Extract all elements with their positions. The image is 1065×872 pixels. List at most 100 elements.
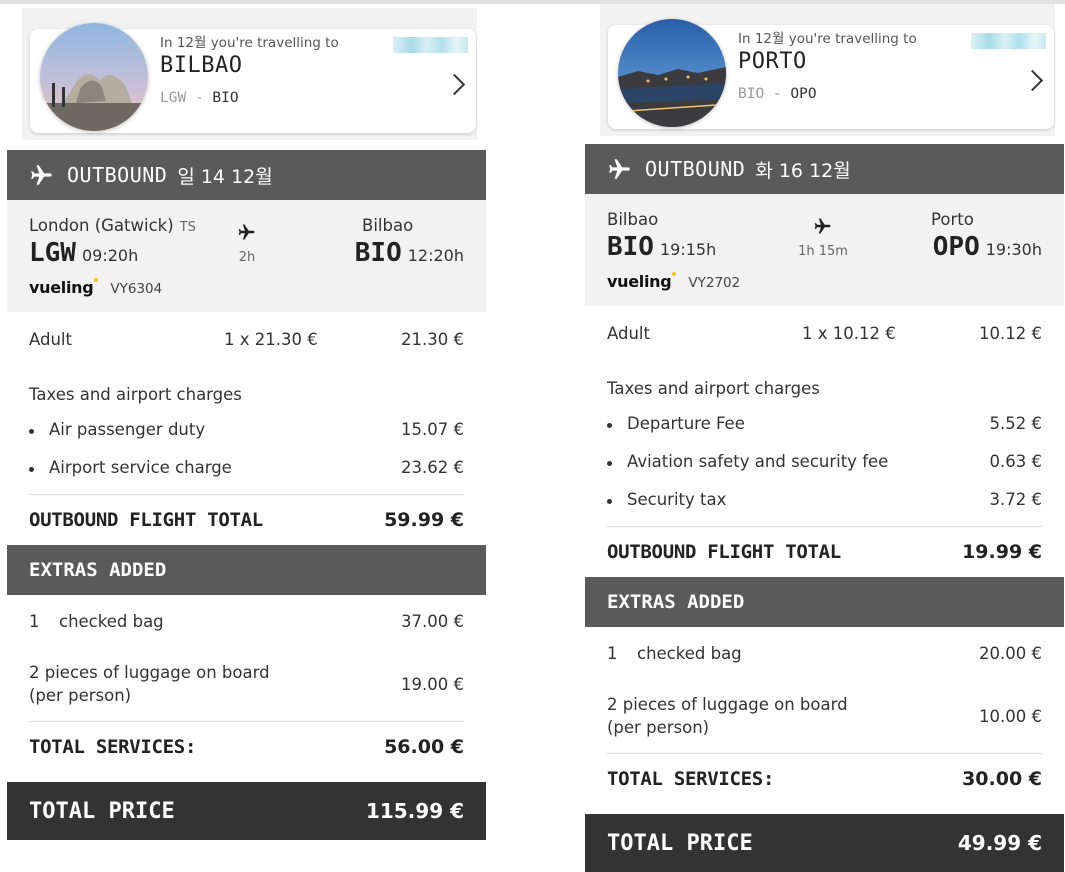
flight-total-row: OUTBOUND FLIGHT TOTAL 59.99 € xyxy=(29,495,464,545)
extra-label: checked bag xyxy=(637,643,742,663)
extra-label: 2 pieces of luggage on board (per person… xyxy=(607,695,848,737)
tax-item: Security tax 3.72 € xyxy=(607,480,1042,518)
destination-code: BIO xyxy=(354,238,402,268)
flight-total-label: OUTBOUND FLIGHT TOTAL xyxy=(29,509,263,531)
destination-airport-name: Porto xyxy=(931,210,974,229)
extra-item: 1 checked bag 37.00 € xyxy=(29,595,464,647)
destination-card[interactable]: In 12월 you're travelling to BILBAO LGW -… xyxy=(30,23,476,133)
extras-list: 1 checked bag 20.00 € 2 pieces of luggag… xyxy=(585,627,1064,804)
tax-item: Airport service charge 23.62 € xyxy=(29,448,464,486)
adult-fare-row: Adult 1 x 10.12 € 10.12 € xyxy=(607,306,1042,360)
destination-city: BILBAO xyxy=(160,53,243,78)
extra-amount: 20.00 € xyxy=(979,643,1042,663)
adult-multiplier: 1 x 21.30 € xyxy=(224,329,318,349)
total-price-bar: TOTAL PRICE 49.99 € xyxy=(585,814,1064,872)
flight-duration: 1h 15m xyxy=(798,244,848,259)
flight-duration: 2h xyxy=(238,250,256,265)
total-price-label: TOTAL PRICE xyxy=(29,798,175,824)
plane-icon xyxy=(31,165,52,185)
outbound-date: 일 14 12월 xyxy=(177,165,273,188)
destination-photo xyxy=(618,19,726,127)
blurred-redaction xyxy=(971,33,1046,49)
tax-label: Security tax xyxy=(607,490,932,509)
tax-amount: 3.72 € xyxy=(989,489,1042,509)
taxes-heading: Taxes and airport charges xyxy=(607,379,820,398)
services-total-row: TOTAL SERVICES: 56.00 € xyxy=(29,722,464,772)
origin-code: LGW xyxy=(29,238,76,268)
airline-info: vueling VY6304 xyxy=(29,278,162,297)
route-to-code: OPO xyxy=(790,86,817,102)
flight-total-amount: 19.99 € xyxy=(962,541,1042,563)
extra-amount: 37.00 € xyxy=(401,611,464,631)
origin-terminal: TS xyxy=(179,220,196,235)
tax-item: Departure Fee 5.52 € xyxy=(607,404,1042,442)
origin-code-time: BIO 19:15h xyxy=(607,232,716,262)
tax-amount: 15.07 € xyxy=(401,419,464,439)
route-to-code: BIO xyxy=(212,90,239,106)
services-total-label: TOTAL SERVICES: xyxy=(607,768,775,790)
services-total-label: TOTAL SERVICES: xyxy=(29,736,197,758)
services-total-row: TOTAL SERVICES: 30.00 € xyxy=(607,754,1042,804)
tax-amount: 23.62 € xyxy=(401,457,464,477)
adult-multiplier: 1 x 10.12 € xyxy=(802,323,896,343)
total-price-bar: TOTAL PRICE 115.99 € xyxy=(7,782,486,840)
airline-info: vueling VY2702 xyxy=(607,272,740,291)
route-from-code: LGW xyxy=(160,90,187,106)
flight-duration-block: 2h xyxy=(207,222,287,265)
departure-time: 19:15h xyxy=(659,240,717,259)
extra-label: 2 pieces of luggage on board (per person… xyxy=(29,663,270,705)
extra-quantity: 1 xyxy=(607,643,618,663)
outbound-header: OUTBOUND 화 16 12월 xyxy=(585,144,1064,194)
travel-month-text: In 12월 you're travelling to xyxy=(738,31,917,47)
extras-header: EXTRAS ADDED xyxy=(7,545,486,595)
taxes-heading: Taxes and airport charges xyxy=(29,385,242,404)
plane-icon xyxy=(238,224,255,240)
tax-label: Departure Fee xyxy=(607,414,932,433)
outbound-title: OUTBOUND xyxy=(645,157,746,181)
arrival-time: 19:30h xyxy=(985,240,1042,259)
plane-icon xyxy=(609,159,630,179)
vueling-logo: vueling xyxy=(29,278,94,297)
adult-label: Adult xyxy=(607,323,650,343)
destination-header: In 12월 you're travelling to BILBAO LGW -… xyxy=(22,8,477,140)
outbound-header: OUTBOUND 일 14 12월 xyxy=(7,150,486,200)
chevron-right-icon[interactable] xyxy=(443,73,466,96)
origin-airport-name: Bilbao xyxy=(607,210,659,229)
destination-code-time: BIO 12:20h xyxy=(355,238,464,268)
tax-item: Air passenger duty 15.07 € xyxy=(29,410,464,448)
departure-time: 09:20h xyxy=(81,246,139,265)
vueling-logo: vueling xyxy=(607,272,672,291)
blurred-redaction xyxy=(393,37,468,53)
fare-breakdown: Adult 1 x 21.30 € 21.30 € Taxes and airp… xyxy=(7,312,486,545)
services-total-amount: 56.00 € xyxy=(384,736,464,758)
destination-code: OPO xyxy=(932,232,980,262)
route-codes: LGW - BIO xyxy=(160,90,239,106)
extra-item: 1 checked bag 20.00 € xyxy=(607,627,1042,679)
chevron-right-icon[interactable] xyxy=(1021,69,1044,92)
route-codes: BIO - OPO xyxy=(738,86,817,102)
origin-code-time: LGW 09:20h xyxy=(29,238,138,268)
flight-total-row: OUTBOUND FLIGHT TOTAL 19.99 € xyxy=(607,527,1042,577)
flight-details: Bilbao BIO 19:15h 1h 15m Porto OPO 19:30h … xyxy=(585,194,1064,306)
flight-number: VY6304 xyxy=(110,281,163,297)
tax-item: Aviation safety and security fee 0.63 € xyxy=(607,442,1042,480)
adult-amount: 10.12 € xyxy=(979,323,1042,343)
flight-number: VY2702 xyxy=(688,275,741,291)
tax-amount: 0.63 € xyxy=(989,451,1042,471)
booking-summary-bilbao: In 12월 you're travelling to BILBAO LGW -… xyxy=(7,8,487,840)
travel-month-text: In 12월 you're travelling to xyxy=(160,35,339,51)
destination-airport-name: Bilbao xyxy=(362,216,414,235)
destination-photo xyxy=(40,23,148,131)
adult-label: Adult xyxy=(29,329,72,349)
booking-summary-porto: In 12월 you're travelling to PORTO BIO - … xyxy=(585,4,1065,872)
plane-icon xyxy=(814,218,831,234)
total-price-amount: 49.99 € xyxy=(957,831,1042,855)
flight-duration-block: 1h 15m xyxy=(783,216,863,259)
extras-title: EXTRAS ADDED xyxy=(29,559,167,581)
origin-airport-name: London (Gatwick) TS xyxy=(29,216,196,235)
extra-amount: 10.00 € xyxy=(979,706,1042,726)
destination-card[interactable]: In 12월 you're travelling to PORTO BIO - … xyxy=(608,19,1054,129)
tax-label: Airport service charge xyxy=(29,458,354,477)
tax-label: Air passenger duty xyxy=(29,420,354,439)
extra-item: 2 pieces of luggage on board (per person… xyxy=(607,679,1042,753)
